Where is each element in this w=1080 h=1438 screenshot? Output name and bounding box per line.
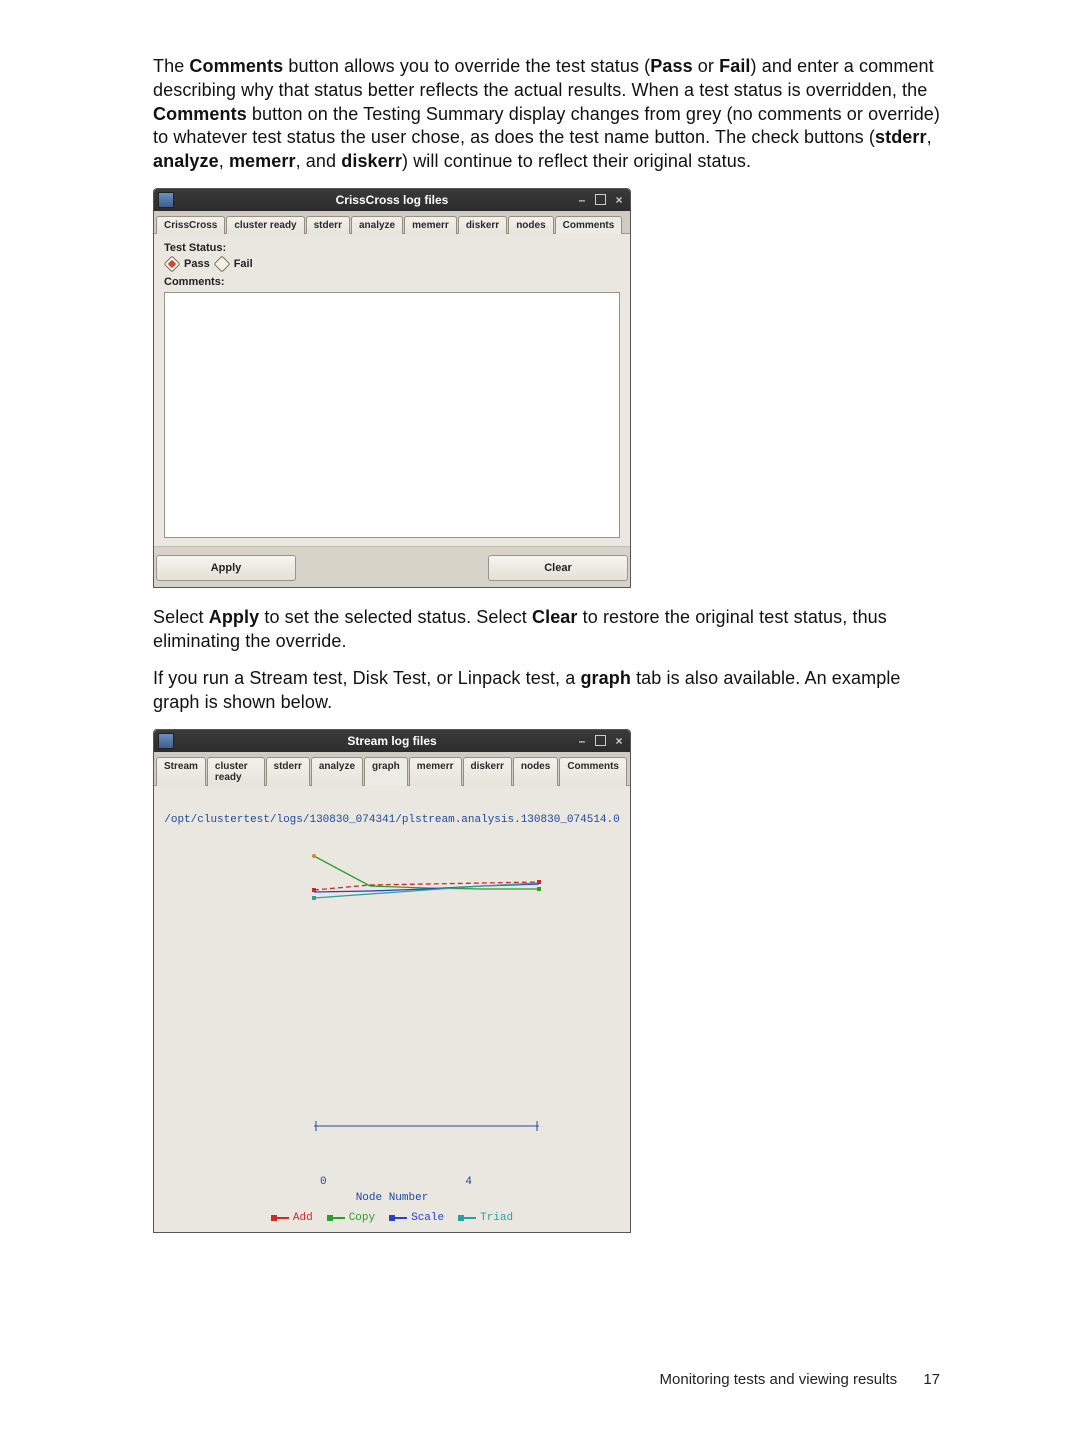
close-icon[interactable]: ×: [612, 734, 626, 748]
radio-fail-label: Fail: [234, 258, 253, 270]
legend-swatch-triad: [458, 1217, 476, 1219]
window-crisscross-log-files: CrissCross log files – × CrissCross clus…: [153, 188, 631, 588]
x-axis-label: Node Number: [154, 1192, 630, 1204]
tab-comments[interactable]: Comments: [559, 757, 627, 786]
window-title: CrissCross log files: [336, 193, 449, 207]
maximize-icon[interactable]: [595, 194, 606, 205]
apply-button[interactable]: Apply: [156, 555, 296, 581]
clear-button[interactable]: Clear: [488, 555, 628, 581]
radio-fail[interactable]: [213, 255, 230, 272]
label-comments: Comments:: [164, 276, 620, 288]
footer-text: Monitoring tests and viewing results: [660, 1371, 898, 1388]
tab-stream[interactable]: Stream: [156, 757, 206, 786]
radio-pass-label: Pass: [184, 258, 210, 270]
close-icon[interactable]: ×: [612, 193, 626, 207]
label-test-status: Test Status:: [164, 242, 620, 254]
tab-cluster-ready[interactable]: cluster ready: [207, 757, 265, 786]
paragraph-apply-clear: Select Apply to set the selected status.…: [153, 606, 940, 654]
tab-cluster-ready[interactable]: cluster ready: [226, 216, 304, 234]
paragraph-comments: The Comments button allows you to overri…: [153, 55, 940, 174]
x-tick-min: 0: [320, 1176, 327, 1188]
minimize-icon[interactable]: –: [575, 734, 589, 748]
titlebar[interactable]: CrissCross log files – ×: [154, 189, 630, 211]
tab-analyze[interactable]: analyze: [351, 216, 403, 234]
window-title: Stream log files: [347, 734, 436, 748]
legend-copy: Copy: [349, 1212, 375, 1224]
app-icon: [158, 733, 174, 749]
tab-comments[interactable]: Comments: [555, 216, 623, 234]
titlebar[interactable]: Stream log files – ×: [154, 730, 630, 752]
legend-scale: Scale: [411, 1212, 444, 1224]
tab-crisscross[interactable]: CrissCross: [156, 216, 225, 234]
graph-legend: Add Copy Scale Triad: [154, 1212, 630, 1224]
page-number: 17: [923, 1371, 940, 1388]
tab-memerr[interactable]: memerr: [409, 757, 462, 786]
legend-swatch-copy: [327, 1217, 345, 1219]
tab-row: Stream cluster ready stderr analyze grap…: [154, 752, 630, 786]
legend-triad: Triad: [480, 1212, 513, 1224]
tab-analyze[interactable]: analyze: [311, 757, 363, 786]
window-stream-log-files: Stream log files – × Stream cluster read…: [153, 729, 631, 1233]
tab-stderr[interactable]: stderr: [266, 757, 310, 786]
legend-swatch-scale: [389, 1217, 407, 1219]
maximize-icon[interactable]: [595, 735, 606, 746]
tab-graph[interactable]: graph: [364, 757, 408, 786]
paragraph-graph-tab: If you run a Stream test, Disk Test, or …: [153, 667, 940, 715]
tab-row: CrissCross cluster ready stderr analyze …: [154, 211, 630, 234]
tab-diskerr[interactable]: diskerr: [458, 216, 507, 234]
graph-file-path: /opt/clustertest/logs/130830_074341/plst…: [158, 814, 626, 826]
x-tick-max: 4: [465, 1176, 472, 1188]
legend-add: Add: [293, 1212, 313, 1224]
comments-textarea[interactable]: [164, 292, 620, 538]
tab-stderr[interactable]: stderr: [306, 216, 350, 234]
page-footer: Monitoring tests and viewing results 17: [660, 1371, 940, 1388]
tab-nodes[interactable]: nodes: [508, 216, 553, 234]
tab-memerr[interactable]: memerr: [404, 216, 457, 234]
legend-swatch-add: [271, 1217, 289, 1219]
tab-diskerr[interactable]: diskerr: [463, 757, 512, 786]
stream-graph: [314, 856, 539, 1136]
tab-nodes[interactable]: nodes: [513, 757, 558, 786]
minimize-icon[interactable]: –: [575, 193, 589, 207]
app-icon: [158, 192, 174, 208]
radio-pass[interactable]: [164, 255, 181, 272]
